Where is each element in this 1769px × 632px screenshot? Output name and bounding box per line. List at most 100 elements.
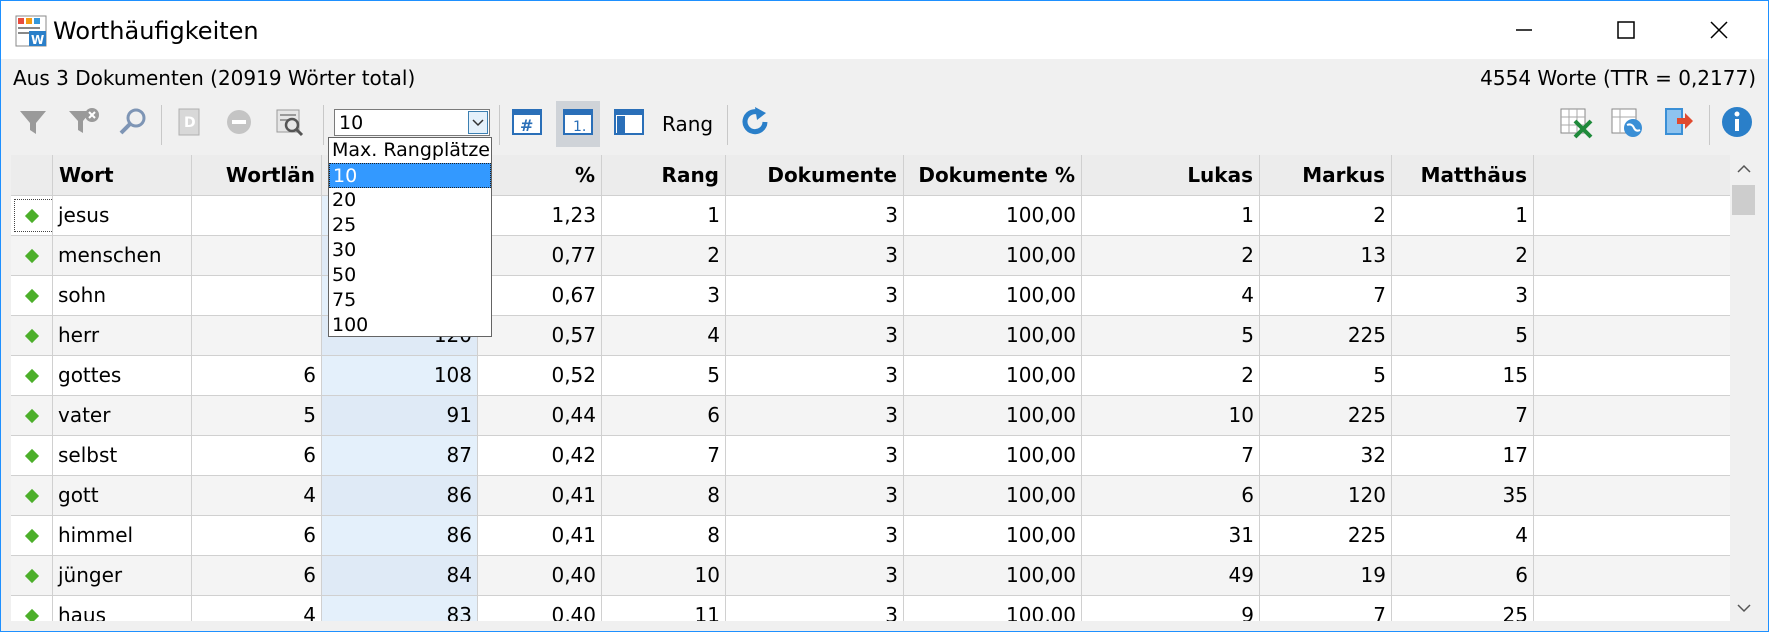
cell-wortlaenge[interactable]: [192, 316, 322, 355]
max-rank-select[interactable]: 10: [334, 109, 490, 136]
cell-rang[interactable]: 8: [602, 516, 726, 555]
cell-percent[interactable]: 1,23: [478, 196, 602, 235]
header-dokumente[interactable]: Dokumente: [726, 155, 904, 195]
cell-wortlaenge[interactable]: [192, 196, 322, 235]
cell-haeufigkeit[interactable]: 108: [322, 356, 478, 395]
table-row[interactable]: jesus2571,2313100,00121: [11, 196, 1730, 236]
cell-wort[interactable]: menschen: [53, 236, 192, 275]
header-wortlaenge[interactable]: Wortlän: [192, 155, 322, 195]
header-rang[interactable]: Rang: [602, 155, 726, 195]
cell-percent[interactable]: 0,77: [478, 236, 602, 275]
cell-wort[interactable]: vater: [53, 396, 192, 435]
cell-percent[interactable]: 0,40: [478, 556, 602, 595]
row-marker[interactable]: [11, 276, 53, 315]
cell-haeufigkeit[interactable]: 86: [322, 476, 478, 515]
export-button[interactable]: [1656, 101, 1700, 147]
cell-lukas[interactable]: 4: [1082, 276, 1260, 315]
cell-markus[interactable]: 32: [1260, 436, 1392, 475]
web-export-button[interactable]: [1605, 101, 1649, 147]
cell-wort[interactable]: selbst: [53, 436, 192, 475]
excel-export-button[interactable]: [1554, 101, 1598, 147]
cell-lukas[interactable]: 2: [1082, 236, 1260, 275]
cell-percent[interactable]: 0,41: [478, 476, 602, 515]
cell-percent[interactable]: 0,41: [478, 516, 602, 555]
cell-wortlaenge[interactable]: 4: [192, 596, 322, 621]
row-marker[interactable]: [11, 196, 53, 235]
scrollbar-thumb[interactable]: [1732, 185, 1755, 215]
cell-markus[interactable]: 5: [1260, 356, 1392, 395]
header-percent[interactable]: %: [478, 155, 602, 195]
refresh-button[interactable]: [733, 101, 777, 147]
cell-wort[interactable]: sohn: [53, 276, 192, 315]
cell-wortlaenge[interactable]: [192, 276, 322, 315]
cell-dokumente-percent[interactable]: 100,00: [904, 356, 1082, 395]
remove-button[interactable]: [217, 101, 261, 147]
rank-list-button[interactable]: 1.: [556, 101, 600, 147]
cell-dokumente[interactable]: 3: [726, 436, 904, 475]
table-row[interactable]: herr1200,5743100,0052255: [11, 316, 1730, 356]
cell-haeufigkeit[interactable]: 87: [322, 436, 478, 475]
cell-rang[interactable]: 6: [602, 396, 726, 435]
cell-lukas[interactable]: 9: [1082, 596, 1260, 621]
cell-lukas[interactable]: 6: [1082, 476, 1260, 515]
table-row[interactable]: sohn1410,6733100,00473: [11, 276, 1730, 316]
cell-rang[interactable]: 2: [602, 236, 726, 275]
document-button[interactable]: D: [167, 101, 211, 147]
filter-remove-button[interactable]: [61, 101, 105, 147]
cell-matthaeus[interactable]: 6: [1392, 556, 1534, 595]
cell-percent[interactable]: 0,67: [478, 276, 602, 315]
cell-wortlaenge[interactable]: 5: [192, 396, 322, 435]
dropdown-option-75[interactable]: 75: [329, 288, 491, 313]
cell-rang[interactable]: 3: [602, 276, 726, 315]
row-marker[interactable]: [11, 236, 53, 275]
table-row[interactable]: menschen1610,7723100,002132: [11, 236, 1730, 276]
search-document-button[interactable]: [267, 101, 311, 147]
header-wort[interactable]: Wort: [53, 155, 192, 195]
dropdown-option-25[interactable]: 25: [329, 213, 491, 238]
cell-percent[interactable]: 0,52: [478, 356, 602, 395]
cell-wort[interactable]: jesus: [53, 196, 192, 235]
cell-dokumente-percent[interactable]: 100,00: [904, 316, 1082, 355]
maximize-button[interactable]: [1580, 1, 1672, 59]
header-lukas[interactable]: Lukas: [1082, 155, 1260, 195]
cell-haeufigkeit[interactable]: 83: [322, 596, 478, 621]
cell-dokumente[interactable]: 3: [726, 396, 904, 435]
cell-wort[interactable]: gottes: [53, 356, 192, 395]
cell-dokumente[interactable]: 3: [726, 276, 904, 315]
dropdown-option-50[interactable]: 50: [329, 263, 491, 288]
row-marker[interactable]: [11, 556, 53, 595]
header-markus[interactable]: Markus: [1260, 155, 1392, 195]
table-row[interactable]: vater 5 91 0,44 6 3 100,00 10 225 7: [11, 396, 1730, 436]
cell-dokumente-percent[interactable]: 100,00: [904, 556, 1082, 595]
cell-wortlaenge[interactable]: [192, 236, 322, 275]
table-row[interactable]: himmel 6 86 0,41 8 3 100,00 31 225 4: [11, 516, 1730, 556]
cell-matthaeus[interactable]: 15: [1392, 356, 1534, 395]
cell-wortlaenge[interactable]: 6: [192, 436, 322, 475]
filter-button[interactable]: [11, 101, 55, 147]
cell-matthaeus[interactable]: 17: [1392, 436, 1534, 475]
cell-dokumente-percent[interactable]: 100,00: [904, 516, 1082, 555]
cell-wort[interactable]: gott: [53, 476, 192, 515]
cell-matthaeus[interactable]: 4: [1392, 516, 1534, 555]
cell-dokumente[interactable]: 3: [726, 476, 904, 515]
cell-wortlaenge[interactable]: 6: [192, 516, 322, 555]
scroll-up-arrow[interactable]: [1730, 155, 1757, 182]
cell-haeufigkeit[interactable]: 84: [322, 556, 478, 595]
cell-dokumente[interactable]: 3: [726, 196, 904, 235]
cell-dokumente-percent[interactable]: 100,00: [904, 436, 1082, 475]
cell-markus[interactable]: 19: [1260, 556, 1392, 595]
cell-percent[interactable]: 0,44: [478, 396, 602, 435]
cell-rang[interactable]: 5: [602, 356, 726, 395]
cell-markus[interactable]: 120: [1260, 476, 1392, 515]
cell-lukas[interactable]: 1: [1082, 196, 1260, 235]
cell-markus[interactable]: 7: [1260, 276, 1392, 315]
table-row[interactable]: gott 4 86 0,41 8 3 100,00 6 120 35: [11, 476, 1730, 516]
row-marker[interactable]: [11, 316, 53, 355]
cell-percent[interactable]: 0,57: [478, 316, 602, 355]
row-marker[interactable]: [11, 476, 53, 515]
cell-wort[interactable]: jünger: [53, 556, 192, 595]
cell-dokumente-percent[interactable]: 100,00: [904, 196, 1082, 235]
cell-markus[interactable]: 225: [1260, 396, 1392, 435]
cell-matthaeus[interactable]: 25: [1392, 596, 1534, 621]
cell-wortlaenge[interactable]: 6: [192, 356, 322, 395]
